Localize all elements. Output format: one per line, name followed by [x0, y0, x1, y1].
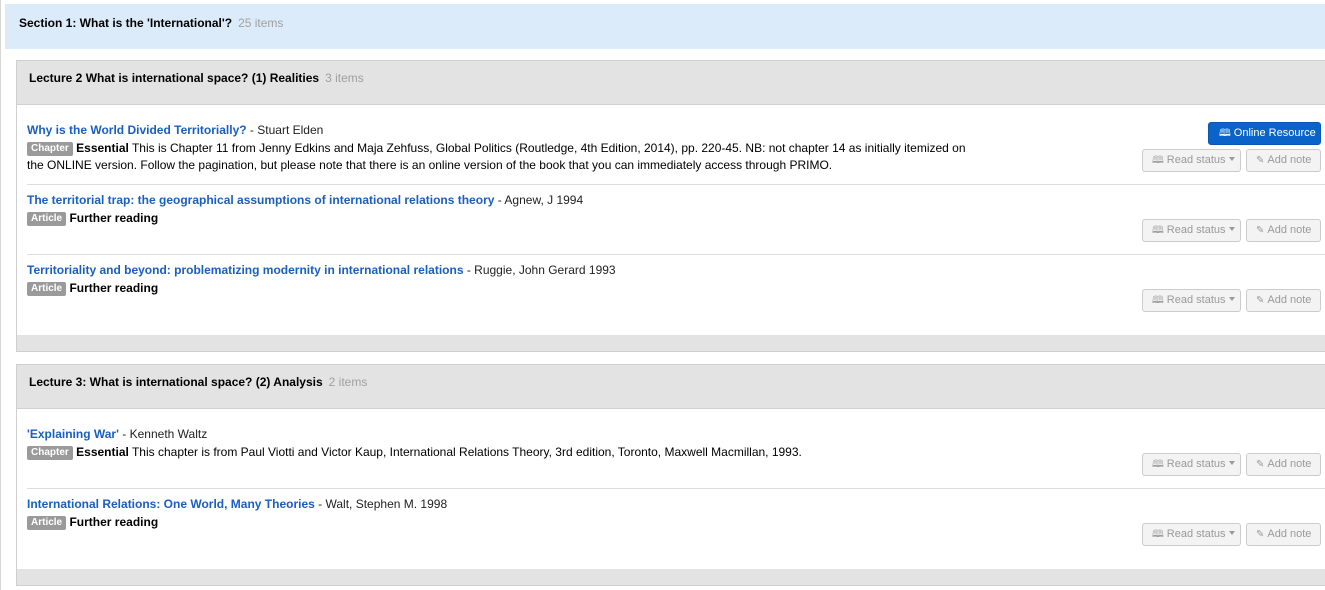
- lecture-title: Lecture 2 What is international space? (…: [29, 71, 320, 85]
- item-type-badge: Article: [27, 516, 67, 530]
- list-item: Territoriality and beyond: problematizin…: [17, 263, 1325, 323]
- read-status-button[interactable]: 🕮 Read status: [1142, 453, 1241, 476]
- divider: [27, 184, 1325, 185]
- item-importance: Essential: [76, 141, 129, 155]
- lecture-footer: [17, 335, 1325, 351]
- item-importance: Further reading: [69, 281, 159, 295]
- lecture-item-count: 3 items: [325, 71, 364, 85]
- item-note: This chapter is from Paul Viotti and Vic…: [128, 445, 802, 459]
- read-status-button[interactable]: 🕮 Read status: [1142, 149, 1241, 172]
- lecture-header[interactable]: Lecture 2 What is international space? (…: [17, 61, 1325, 105]
- lecture-footer: [17, 569, 1325, 585]
- divider: [27, 488, 1325, 489]
- add-note-button[interactable]: ✎ Add note: [1246, 289, 1321, 312]
- lecture-block-2: Lecture 2 What is international space? (…: [16, 60, 1325, 352]
- lecture-item-count: 2 items: [328, 375, 368, 389]
- item-author: - Kenneth Waltz: [118, 427, 208, 441]
- list-item: International Relations: One World, Many…: [17, 497, 1325, 557]
- section-item-count: 25 items: [238, 16, 284, 30]
- pencil-icon: ✎: [1256, 459, 1265, 470]
- item-type-badge: Article: [27, 282, 67, 296]
- online-resource-button[interactable]: 🕮 Online Resource: [1208, 122, 1321, 145]
- item-author: - Stuart Elden: [246, 123, 324, 137]
- pencil-icon: ✎: [1256, 155, 1265, 166]
- section-title: Section 1: What is the 'International'?: [19, 16, 233, 30]
- item-author: - Agnew, J 1994: [494, 193, 584, 207]
- lecture-header[interactable]: Lecture 3: What is international space? …: [17, 365, 1325, 409]
- item-importance: Further reading: [69, 211, 159, 225]
- pencil-icon: ✎: [1256, 295, 1265, 306]
- section-header: Section 1: What is the 'International'? 2…: [5, 4, 1325, 49]
- read-status-button[interactable]: 🕮 Read status: [1142, 523, 1241, 546]
- item-type-badge: Chapter: [27, 446, 73, 460]
- add-note-button[interactable]: ✎ Add note: [1246, 523, 1321, 546]
- caret-down-icon: [1228, 227, 1235, 231]
- book-icon: 🕮: [1152, 155, 1164, 166]
- add-note-button[interactable]: ✎ Add note: [1246, 453, 1321, 476]
- item-author: - Walt, Stephen M. 1998: [314, 497, 448, 511]
- book-icon: 🕮: [1152, 459, 1164, 470]
- item-title-link[interactable]: Territoriality and beyond: problematizin…: [27, 263, 464, 277]
- item-note: This is Chapter 11 from Jenny Edkins and…: [27, 141, 966, 172]
- add-note-button[interactable]: ✎ Add note: [1246, 149, 1321, 172]
- divider: [27, 254, 1325, 255]
- list-item: Why is the World Divided Territorially? …: [17, 122, 1325, 183]
- read-status-button[interactable]: 🕮 Read status: [1142, 219, 1241, 242]
- caret-down-icon: [1228, 157, 1235, 161]
- list-item: 'Explaining War' - Kenneth Waltz Chapter…: [17, 427, 1325, 487]
- pencil-icon: ✎: [1256, 225, 1265, 236]
- item-importance: Further reading: [69, 515, 159, 529]
- item-type-badge: Chapter: [27, 142, 73, 156]
- item-importance: Essential: [76, 445, 129, 459]
- book-icon: 🕮: [1152, 529, 1164, 540]
- pencil-icon: ✎: [1256, 529, 1265, 540]
- item-title-link[interactable]: The territorial trap: the geographical a…: [27, 193, 494, 207]
- caret-down-icon: [1228, 461, 1235, 465]
- item-title-link[interactable]: International Relations: One World, Many…: [27, 497, 315, 511]
- lecture-block-3: Lecture 3: What is international space? …: [16, 364, 1325, 586]
- item-type-badge: Article: [27, 212, 67, 226]
- lecture-title: Lecture 3: What is international space? …: [29, 375, 323, 389]
- read-status-button[interactable]: 🕮 Read status: [1142, 289, 1241, 312]
- list-item: The territorial trap: the geographical a…: [17, 193, 1325, 253]
- caret-down-icon: [1228, 531, 1235, 535]
- book-icon: 🕮: [1152, 295, 1164, 306]
- book-icon: 🕮: [1219, 128, 1231, 139]
- reading-list-page: Section 1: What is the 'International'? 2…: [0, 0, 1325, 590]
- item-title-link[interactable]: 'Explaining War': [27, 427, 119, 441]
- book-icon: 🕮: [1152, 225, 1164, 236]
- item-title-link[interactable]: Why is the World Divided Territorially?: [27, 123, 247, 137]
- caret-down-icon: [1228, 297, 1235, 301]
- item-author: - Ruggie, John Gerard 1993: [463, 263, 616, 277]
- add-note-button[interactable]: ✎ Add note: [1246, 219, 1321, 242]
